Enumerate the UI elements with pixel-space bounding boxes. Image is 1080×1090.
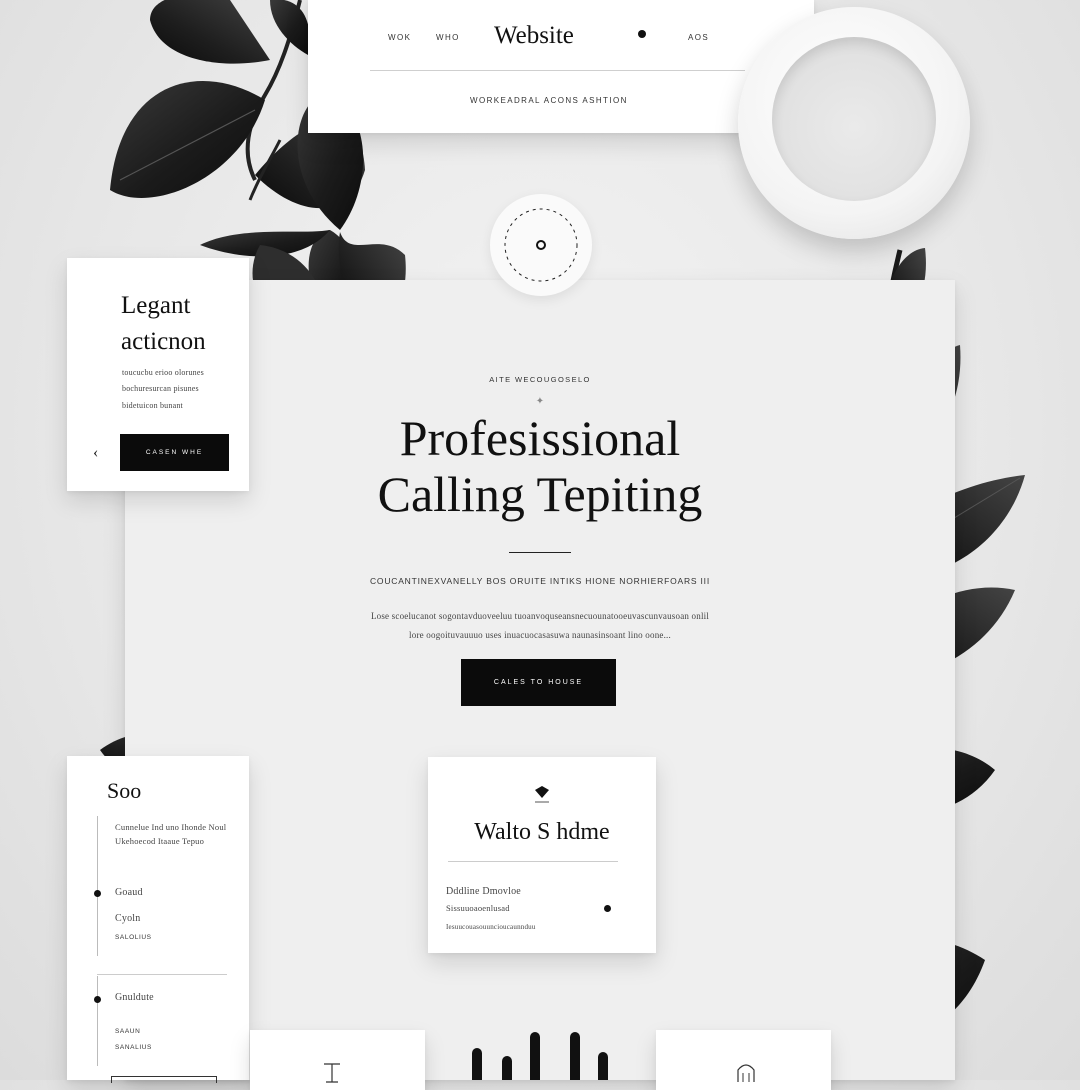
center-card-line: Iesuucouasouuncioucaunnduu <box>446 923 536 931</box>
bottom-card-1 <box>250 1030 425 1090</box>
list-bullet-icon <box>94 890 101 897</box>
list-item-meta: SANALIUS <box>115 1044 152 1051</box>
header-tagline: WORKEADRAL ACONS ASHTION <box>470 96 628 105</box>
intro-line: Ukehoecod Itaaue Tepuo <box>115 836 205 846</box>
list-divider <box>97 974 227 975</box>
hero-subheading: COUCANTINEXVANELLY BOS ORUITE INTIKS HIO… <box>369 576 711 586</box>
bottom-left-card: Soo Cunnelue Ind uno Ihonde Noul Ukehoec… <box>67 756 249 1083</box>
back-arrow-icon[interactable]: ‹ <box>93 444 98 462</box>
hero-section: AITE WECOUGOSELO ✦ <box>330 375 750 407</box>
bottom-left-card-rule-2 <box>97 976 98 1066</box>
bowl-inner <box>772 37 936 201</box>
left-card-line: bidetuicon bunant <box>122 401 183 410</box>
hero-title: Profesissional Calling Tepiting <box>290 410 790 522</box>
diamond-icon <box>535 786 549 803</box>
center-card-title: Walto S hdme <box>474 819 610 845</box>
nav-link[interactable]: WOK <box>388 33 411 42</box>
anchor-icon <box>324 1063 340 1083</box>
list-item-label[interactable]: Goaud <box>115 887 143 898</box>
center-card-dot-icon <box>604 905 611 912</box>
center-card-heading: Dddline Dmovloe <box>446 886 521 897</box>
center-card-divider <box>448 861 618 862</box>
list-item-sub: Cyoln <box>115 913 141 924</box>
hero-eyebrow: AITE WECOUGOSELO <box>489 375 591 384</box>
arch-icon <box>737 1064 755 1082</box>
hero-divider <box>509 552 571 553</box>
list-bullet-icon <box>94 996 101 1003</box>
hero-title-line-1: Profesissional <box>399 410 681 466</box>
bowl-decoration <box>738 7 970 239</box>
hero-cta-button[interactable]: CALES TO HOUSE <box>461 659 616 706</box>
decorative-bars <box>472 1032 608 1080</box>
center-card-line: Sissuuoaoenlusad <box>446 903 510 913</box>
nav-link[interactable]: AOS <box>688 33 709 42</box>
bottom-left-card-title: Soo <box>107 778 142 803</box>
intro-line: Cunnelue Ind uno Ihonde Noul <box>115 822 227 832</box>
bottom-card-2 <box>656 1030 831 1090</box>
left-card-line: toucucbu erioo olorunes <box>122 368 204 377</box>
list-item-meta: SALOLIUS <box>115 934 152 941</box>
list-item-sub: Saaun <box>115 1028 141 1035</box>
logo-dashed-ring-icon <box>504 208 578 282</box>
left-card-title-line-2: acticnon <box>121 328 206 355</box>
logo-circle <box>490 194 592 296</box>
sparkle-icon: ✦ <box>535 396 545 407</box>
header-divider <box>370 70 745 71</box>
hero-title-line-2: Calling Tepiting <box>377 466 703 522</box>
search-icon[interactable] <box>638 30 646 38</box>
hero-body-line-2: lore oogoituvauuuo uses inuacuocasasuwa … <box>409 630 671 640</box>
list-item-label[interactable]: Gnuldute <box>115 992 154 1003</box>
left-card-button[interactable]: CASEN WHE <box>120 434 229 471</box>
left-card-title: Legant acticnon <box>121 288 206 360</box>
left-card-title-line-1: Legant <box>121 292 191 319</box>
left-feature-card: Legant acticnon toucucbu erioo olorunes … <box>67 258 249 491</box>
site-title: Website <box>494 22 574 49</box>
left-card-line: bochuresurcan pisunes <box>122 384 199 393</box>
center-info-card: Walto S hdme Dddline Dmovloe Sissuuoaoen… <box>428 757 656 953</box>
nav-link[interactable]: WHO <box>436 33 460 42</box>
hero-body-line-1: Lose scoelucanot sogontavduoveeluu tuoan… <box>370 611 710 621</box>
bottom-left-card-rule <box>97 816 98 956</box>
